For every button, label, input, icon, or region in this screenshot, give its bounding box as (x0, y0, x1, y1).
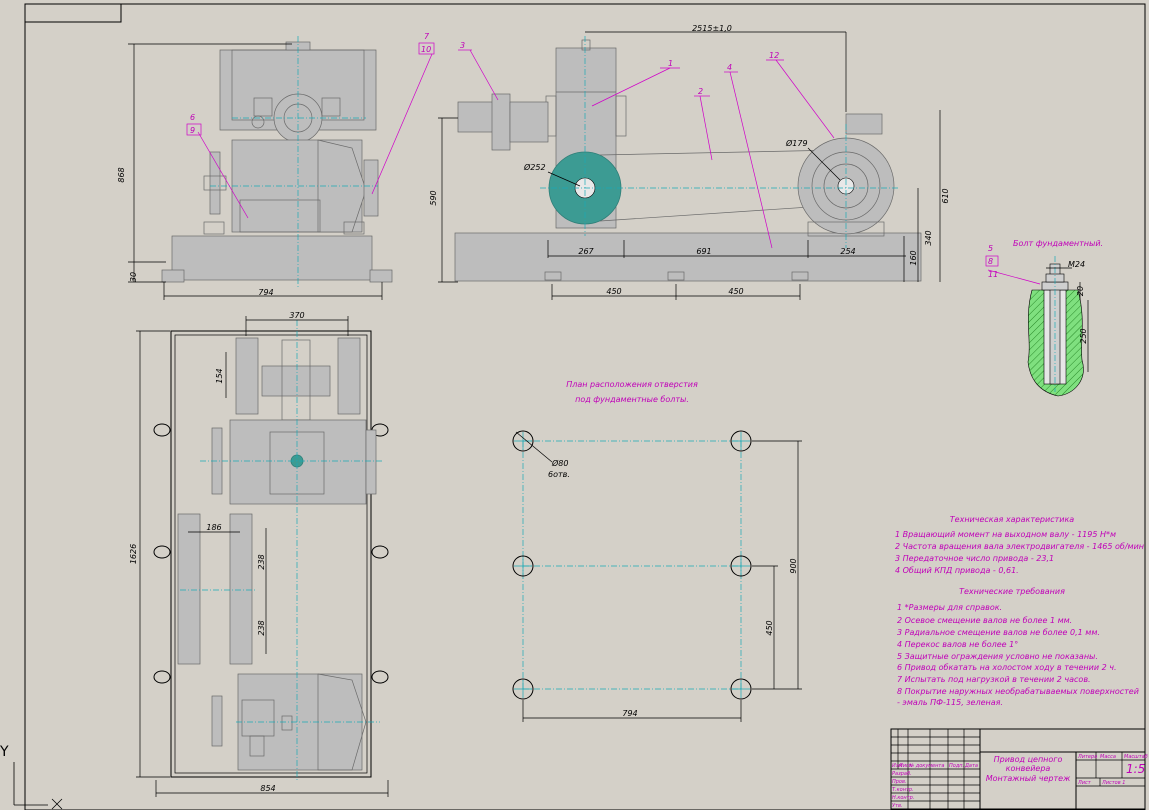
holes-dim-900: 900 (789, 558, 798, 573)
bolt-title: Болт фундаментный. (1013, 239, 1103, 248)
tb-col-doc: № документа (908, 763, 944, 769)
tech-req-item-9: - эмаль ПФ-115, зеленая. (897, 698, 1003, 707)
assembly-drawing: 868 30 794 6 9 7 10 2515±1,0 590 610 340… (0, 0, 1149, 810)
tech-req-item-6: 6 Привод обкатать на холостом ходу в теч… (897, 663, 1117, 672)
plan-dim-1626: 1626 (129, 544, 138, 564)
tech-req-item-3: 3 Радиальное смещение валов не более 0,1… (897, 628, 1100, 637)
callout-5: 5 (988, 244, 993, 253)
bolt-dim-20: 20 (1076, 286, 1085, 296)
bolt-dim-thread: М24 (1068, 260, 1085, 269)
callout-8: 8 (988, 257, 993, 266)
tb-role-appr: Утв. (892, 803, 903, 809)
ucs-y-label: Y (0, 744, 9, 760)
side-dim-610: 610 (941, 188, 950, 203)
tb-hdr-mass: Масса (1100, 754, 1116, 760)
tech-char-item-4: 4 Общий КПД привода - 0,61. (895, 566, 1019, 575)
tb-col-sign: Подп. (949, 763, 964, 769)
holes-title-1: План расположения отверстия (566, 380, 698, 389)
tech-char-item-3: 3 Передаточное число привода - 23,1 (895, 554, 1054, 563)
holes-dim-794: 794 (622, 709, 637, 718)
tb-role-chk: Пров. (892, 779, 907, 785)
tb-role-nk: Н.контр. (892, 795, 914, 801)
side-dim-d252: Ø252 (523, 162, 546, 172)
callout-10: 10 (421, 45, 431, 54)
tb-hdr-lit: Литера (1077, 754, 1097, 760)
tech-char-title: Техническая характеристика (950, 515, 1075, 524)
callout-12: 12 (769, 51, 779, 60)
side-dim-691: 691 (696, 247, 711, 256)
plan-dim-238a: 238 (257, 554, 266, 569)
tb-col-date: Дата (964, 763, 978, 769)
callout-11: 11 (988, 270, 998, 279)
plan-dim-238b: 238 (257, 620, 266, 635)
holes-dim-dia: Ø80 (551, 458, 568, 468)
side-dim-450b: 450 (728, 287, 743, 296)
callout-4: 4 (727, 63, 732, 72)
side-dim-160: 160 (909, 250, 918, 265)
front-dim-height: 868 (117, 167, 126, 182)
bolt-dim-250: 250 (1079, 328, 1088, 343)
callout-6: 6 (190, 113, 195, 122)
side-dim-450a: 450 (606, 287, 621, 296)
front-dim-width: 794 (258, 288, 273, 297)
tb-role-dev: Разраб. (892, 771, 912, 777)
tb-role-tk: Т.контр. (892, 787, 914, 793)
tech-req-item-5: 5 Защитные ограждения условно не показан… (897, 652, 1098, 661)
tech-req-item-7: 7 Испытать под нагрузкой в течении 2 час… (897, 675, 1091, 684)
callout-9: 9 (190, 126, 195, 135)
tb-hdr-scale: Масштаб (1124, 754, 1148, 760)
tech-req-title: Технические требования (959, 587, 1065, 596)
holes-dim-450: 450 (765, 620, 774, 635)
tech-char-item-1: 1 Вращающий момент на выходном валу - 11… (895, 530, 1116, 539)
holes-title-2: под фундаментные болты. (575, 395, 689, 404)
tech-req-item-8: 8 Покрытие наружных необрабатываемых пов… (897, 687, 1139, 696)
plan-dim-370: 370 (289, 311, 304, 320)
tech-req-item-4: 4 Перекос валов не более 1° (897, 640, 1018, 649)
tech-char-item-2: 2 Частота вращения вала электродвигателя… (895, 542, 1144, 551)
callout-1: 1 (668, 59, 673, 68)
side-dim-590: 590 (429, 190, 438, 205)
side-dim-d179: Ø179 (785, 138, 808, 148)
front-dim-bottom-gap: 30 (129, 272, 138, 282)
tb-sheets: Листов 1 (1101, 780, 1125, 786)
side-dim-254: 254 (840, 247, 855, 256)
plan-dim-854: 854 (260, 784, 275, 793)
tb-sheet: Лист (1077, 780, 1092, 786)
holes-dim-note: 6отв. (548, 470, 570, 479)
callout-2: 2 (698, 87, 703, 96)
tech-req-item-2: 2 Осевое смещение валов не более 1 мм. (897, 616, 1072, 625)
tb-name-2: конвейера (1006, 764, 1051, 773)
side-dim-267: 267 (578, 247, 594, 256)
plan-dim-186: 186 (206, 523, 221, 532)
tb-name-1: Привод цепного (994, 755, 1063, 764)
side-dim-340: 340 (924, 230, 933, 245)
side-dim-overall: 2515±1,0 (692, 24, 732, 33)
plan-dim-154: 154 (215, 368, 224, 383)
tb-name-3: Монтажный чертеж (986, 774, 1071, 783)
tech-req-item-1: 1 *Размеры для справок. (897, 603, 1002, 612)
callout-3: 3 (460, 41, 465, 50)
tb-scale: 1:5 (1126, 762, 1145, 776)
